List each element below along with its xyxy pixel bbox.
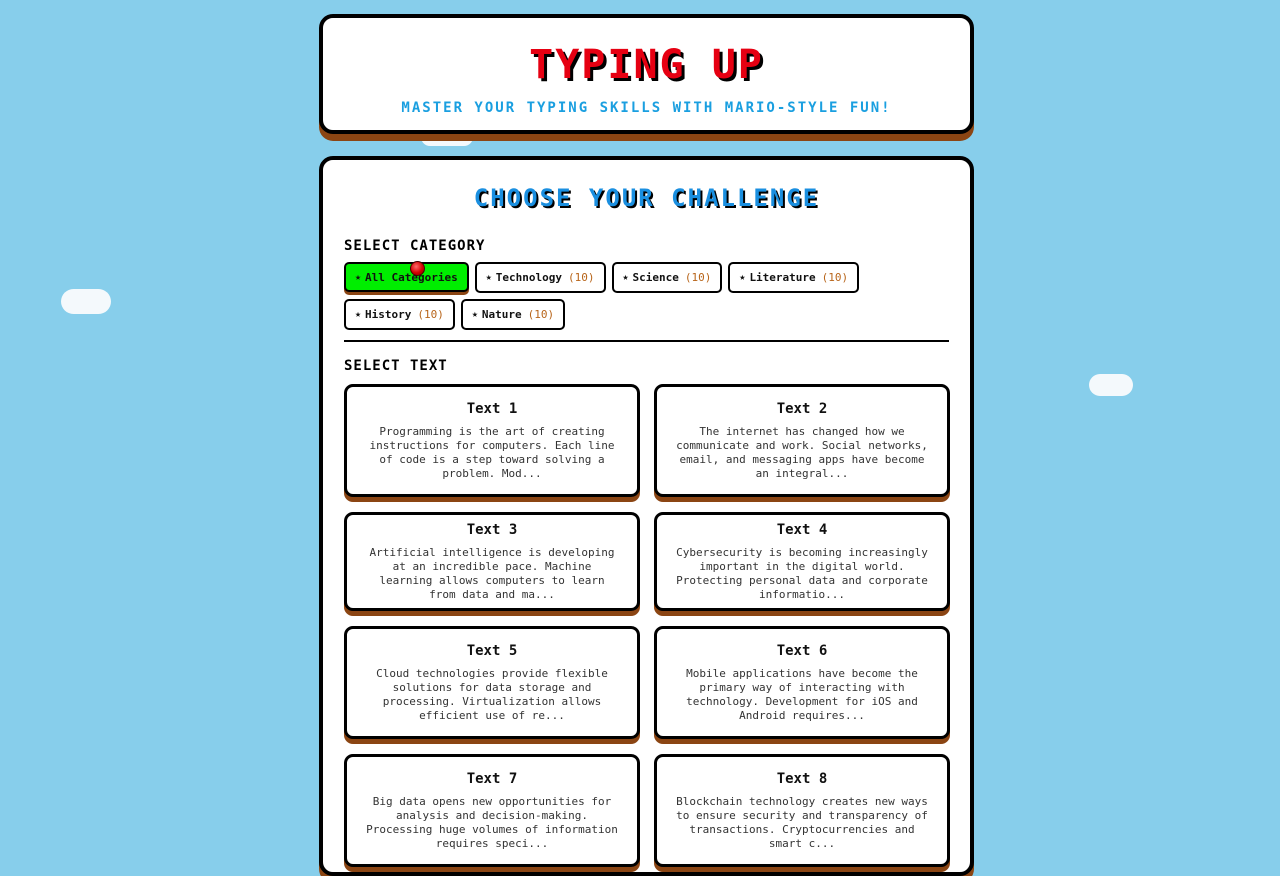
category-label-text: Science	[632, 271, 679, 284]
text-card-title: Text 3	[466, 521, 518, 538]
text-card[interactable]: Text 1 Programming is the art of creatin…	[344, 384, 640, 497]
text-card-title: Text 4	[776, 521, 828, 538]
category-technology[interactable]: ★ Technology (10)	[474, 262, 606, 293]
text-card-preview: Big data opens new opportunities for ana…	[366, 794, 618, 850]
star-icon: ★	[355, 271, 362, 283]
category-literature[interactable]: ★ Literature (10)	[728, 262, 860, 293]
cloud-decoration	[61, 289, 111, 314]
cursor-indicator	[410, 261, 425, 276]
star-icon: ★	[739, 272, 746, 283]
text-card[interactable]: Text 4 Cybersecurity is becoming increas…	[654, 512, 950, 611]
category-count: (10)	[684, 271, 712, 284]
category-count: (10)	[417, 308, 444, 321]
text-card-title: Text 2	[776, 400, 828, 417]
category-label-text: Nature	[481, 308, 522, 321]
category-count: (10)	[527, 308, 555, 321]
category-label-text: History	[365, 308, 412, 321]
text-card[interactable]: Text 2 The internet has changed how we c…	[654, 384, 950, 497]
category-count: (10)	[568, 271, 595, 284]
star-icon: ★	[622, 272, 629, 283]
text-card-preview: Artificial intelligence is developing at…	[369, 545, 615, 601]
text-card-title: Text 5	[466, 642, 518, 659]
text-card[interactable]: Text 7 Big data opens new opportunities …	[344, 754, 640, 867]
cloud-decoration	[1089, 374, 1133, 396]
star-icon: ★	[355, 309, 362, 320]
category-nature[interactable]: ★ Nature (10)	[460, 299, 566, 330]
text-card[interactable]: Text 5 Cloud technologies provide flexib…	[344, 626, 640, 739]
star-icon: ★	[471, 309, 478, 320]
text-card-grid: Text 1 Programming is the art of creatin…	[344, 384, 950, 867]
text-card[interactable]: Text 3 Artificial intelligence is develo…	[344, 512, 640, 611]
text-label: SELECT TEXT	[344, 358, 448, 374]
text-card-title: Text 8	[776, 770, 828, 787]
text-card-preview: Cybersecurity is becoming increasingly i…	[676, 545, 928, 601]
section-title: CHOOSE YOUR CHALLENGE	[473, 184, 820, 212]
text-card-preview: Cloud technologies provide flexible solu…	[376, 666, 608, 722]
category-science[interactable]: ★ Science (10)	[611, 262, 723, 293]
text-card[interactable]: Text 6 Mobile applications have become t…	[654, 626, 950, 739]
header-panel: TYPING UP MASTER YOUR TYPING SKILLS WITH…	[319, 14, 974, 134]
app-title: TYPING UP	[529, 42, 764, 88]
text-card[interactable]: Text 8 Blockchain technology creates new…	[654, 754, 950, 867]
app-subtitle: MASTER YOUR TYPING SKILLS WITH MARIO-STY…	[401, 100, 892, 116]
category-list: ★ All Categories ★ Technology (10) ★ Sci…	[344, 262, 949, 342]
category-all[interactable]: ★ All Categories	[344, 262, 469, 292]
star-icon: ★	[485, 272, 492, 283]
category-label-text: Literature	[749, 271, 816, 284]
text-card-title: Text 1	[466, 400, 518, 417]
text-card-title: Text 6	[776, 642, 828, 659]
category-label: SELECT CATEGORY	[344, 238, 486, 254]
category-count: (10)	[821, 271, 849, 284]
text-card-preview: The internet has changed how we communic…	[676, 424, 928, 480]
text-card-preview: Programming is the art of creating instr…	[369, 424, 615, 480]
text-card-preview: Blockchain technology creates new ways t…	[676, 794, 928, 850]
category-history[interactable]: ★ History (10)	[344, 299, 455, 330]
text-card-title: Text 7	[466, 770, 518, 787]
text-card-preview: Mobile applications have become the prim…	[686, 666, 918, 722]
category-label-text: Technology	[495, 271, 563, 284]
